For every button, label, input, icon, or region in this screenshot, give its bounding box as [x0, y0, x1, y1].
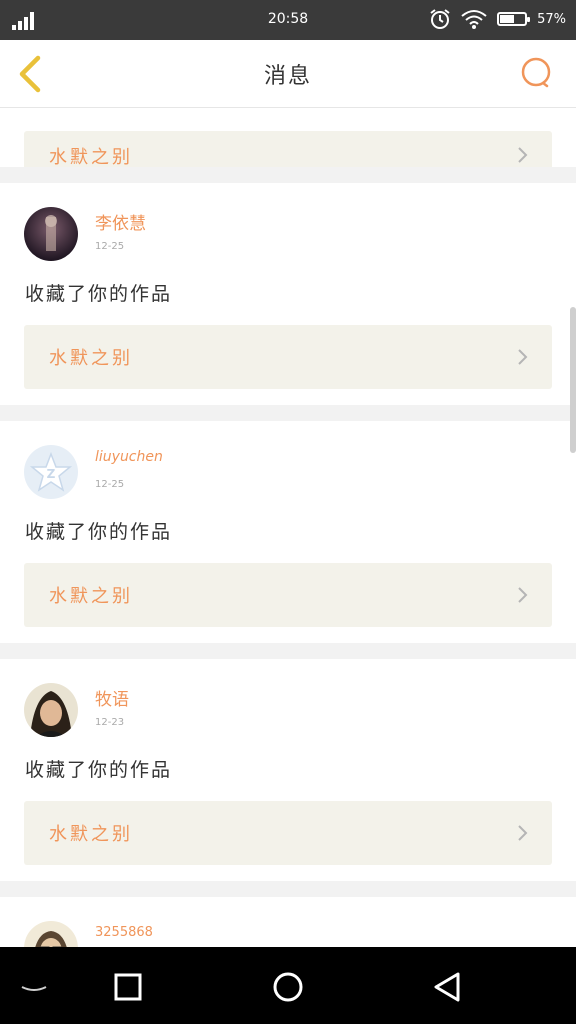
work-link[interactable]: 水默之别: [24, 131, 552, 168]
battery-icon: [497, 12, 531, 26]
status-bar: 20:58 57%: [0, 0, 576, 40]
user-name[interactable]: 李依慧: [95, 209, 146, 234]
alarm-icon: [430, 9, 450, 29]
chevron-right-icon: [518, 587, 528, 603]
home-icon[interactable]: [268, 967, 308, 1007]
notification-card: Z liuyuchen 12-25 收藏了你的作品 水默之别: [0, 421, 576, 643]
work-link[interactable]: 水默之别: [24, 801, 552, 865]
svg-text:Z: Z: [47, 467, 56, 481]
wifi-icon: [461, 10, 487, 29]
app-header: 消息: [0, 40, 576, 108]
user-name[interactable]: liuyuchen: [95, 449, 163, 465]
search-icon[interactable]: [520, 56, 554, 90]
user-name[interactable]: 3255868: [95, 925, 153, 940]
message-list[interactable]: 水默之别 李依慧 12-25 收藏了你的作品 水默之别 Z liuyuchen …: [0, 40, 576, 947]
work-title: 水默之别: [49, 348, 133, 369]
avatar[interactable]: [24, 683, 78, 737]
avatar[interactable]: [24, 921, 78, 947]
work-title: 水默之别: [49, 824, 133, 845]
user-name[interactable]: 牧语: [95, 685, 129, 710]
work-link[interactable]: 水默之别: [24, 563, 552, 627]
avatar[interactable]: Z: [24, 445, 78, 499]
notification-card: 李依慧 12-25 收藏了你的作品 水默之别: [0, 183, 576, 405]
recents-icon[interactable]: [108, 967, 148, 1007]
action-text: 收藏了你的作品: [25, 521, 173, 543]
notification-card: 3255868: [0, 897, 576, 947]
timestamp: 12-25: [95, 241, 125, 252]
scrollbar[interactable]: [570, 307, 576, 453]
work-title: 水默之别: [49, 147, 133, 168]
battery-percent: 57%: [537, 11, 566, 27]
timestamp: 12-25: [95, 479, 125, 490]
system-nav-bar: [0, 947, 576, 1024]
chevron-right-icon: [518, 349, 528, 365]
action-text: 收藏了你的作品: [25, 759, 173, 781]
work-title: 水默之别: [49, 586, 133, 607]
timestamp: 12-23: [95, 717, 125, 728]
chevron-right-icon: [518, 147, 528, 163]
action-text: 收藏了你的作品: [25, 283, 173, 305]
notification-card: 牧语 12-23 收藏了你的作品 水默之别: [0, 659, 576, 881]
hide-keyboard-icon[interactable]: [14, 967, 54, 1007]
work-link[interactable]: 水默之别: [24, 325, 552, 389]
chevron-right-icon: [518, 825, 528, 841]
page-title: 消息: [263, 64, 312, 89]
back-icon[interactable]: [428, 967, 468, 1007]
avatar[interactable]: [24, 207, 78, 261]
screen: 20:58 57% 水默之别 李依慧 12-25 收藏了你的作品 水默之别 Z …: [0, 0, 576, 1024]
